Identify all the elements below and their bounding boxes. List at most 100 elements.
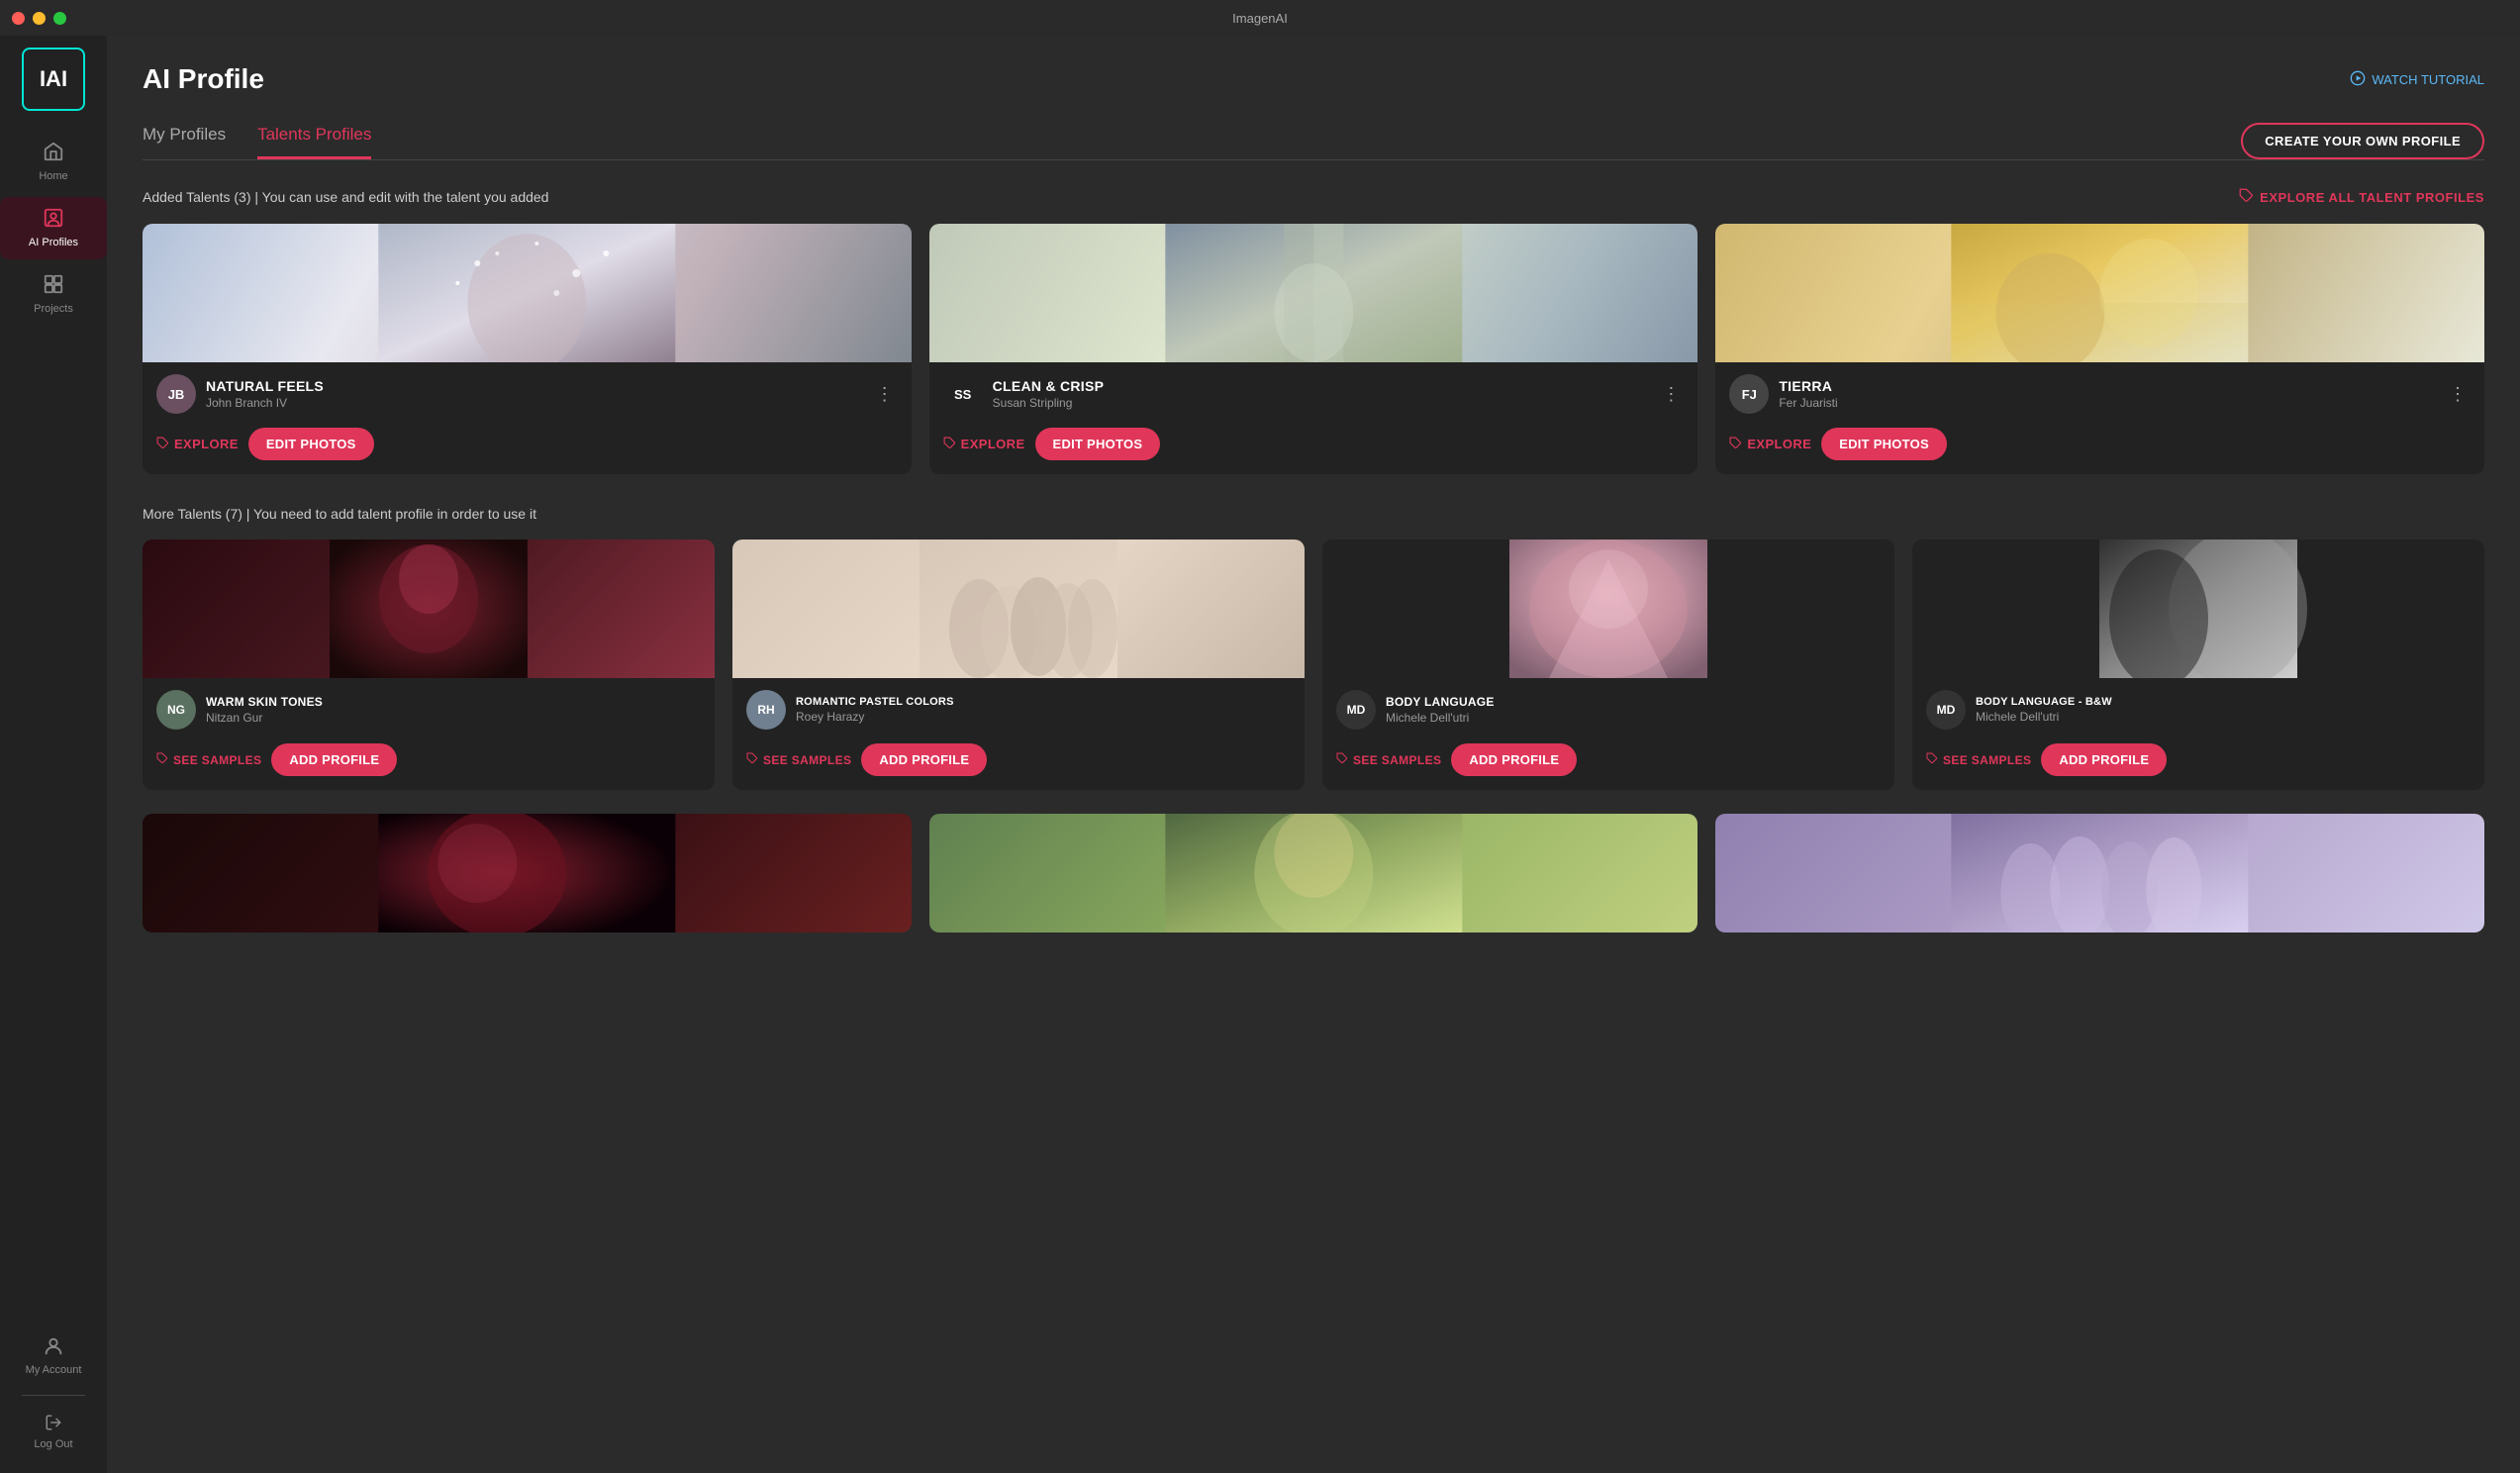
tag-icon-samples1 [156,752,168,767]
my-account-item[interactable]: My Account [0,1329,107,1383]
card-author-body-language-bw: Michele Dell'utri [1976,710,2471,724]
see-samples-warm-skin-button[interactable]: SEE SAMPLES [156,752,261,767]
card-actions-warm-skin-tones: SEE SAMPLES ADD PROFILE [143,737,715,790]
card-image-body-language [1322,540,1894,678]
bottom-card-1-image [143,814,912,933]
card-author-romantic-pastel: Roey Harazy [796,710,1291,724]
sidebar-item-projects-label: Projects [34,303,73,316]
card-actions-tierra: EXPLORE EDIT PHOTOS [1715,422,2484,474]
card-actions-clean-crisp: EXPLORE EDIT PHOTOS [929,422,1698,474]
explore-clean-crisp-button[interactable]: EXPLORE [943,437,1025,452]
card-author-body-language: Michele Dell'utri [1386,711,1881,725]
projects-icon [43,273,64,299]
logout-icon [45,1414,62,1434]
logo: IAI [22,48,85,111]
more-cards-grid: NG WARM SKIN TONES Nitzan Gur [143,540,2484,790]
sidebar-bottom: My Account Log Out [0,1329,107,1473]
card-text-warm-skin-tones: WARM SKIN TONES Nitzan Gur [206,695,701,725]
card-name-warm-skin-tones: WARM SKIN TONES [206,695,701,709]
sidebar-nav: Home AI Profiles [0,131,107,1329]
added-section-label: Added Talents (3) | You can use and edit… [143,189,548,205]
tag-icon-samples2 [746,752,758,767]
card-name-body-language-bw: BODY LANGUAGE - B&W [1976,696,2471,708]
added-section-header: Added Talents (3) | You can use and edit… [143,188,2484,206]
minimize-button[interactable] [33,12,46,25]
sidebar-item-ai-profiles[interactable]: AI Profiles [0,197,107,259]
card-text-tierra: TIERRA Fer Juaristi [1779,378,2435,410]
create-profile-button[interactable]: CREATE YOUR OWN PROFILE [2241,123,2484,159]
edit-natural-feels-button[interactable]: EDIT PHOTOS [248,428,374,460]
card-menu-tierra[interactable]: ⋮ [2445,380,2471,409]
avatar-tierra: FJ [1729,374,1769,414]
card-body-language: MD BODY LANGUAGE Michele Dell'utri [1322,540,1894,790]
card-image-romantic-pastel [732,540,1305,678]
card-name-natural-feels: NATURAL FEELS [206,378,862,394]
add-warm-skin-tones-button[interactable]: ADD PROFILE [271,743,397,776]
card-author-clean-crisp: Susan Stripling [993,396,1649,410]
explore-natural-feels-button[interactable]: EXPLORE [156,437,239,452]
explore-all-link[interactable]: EXPLORE ALL TALENT PROFILES [2239,188,2484,206]
card-menu-natural-feels[interactable]: ⋮ [872,380,898,409]
tab-my-profiles[interactable]: My Profiles [143,125,226,159]
card-name-clean-crisp: CLEAN & CRISP [993,378,1649,394]
close-button[interactable] [12,12,25,25]
card-actions-natural-feels: EXPLORE EDIT PHOTOS [143,422,912,474]
app-body: IAI Home [0,36,2520,1473]
tabs: My Profiles Talents Profiles [143,125,371,158]
more-section-header: More Talents (7) | You need to add talen… [143,506,2484,522]
explore-all-label: EXPLORE ALL TALENT PROFILES [2260,190,2484,205]
play-icon [2350,70,2366,89]
tag-icon-samples3 [1336,752,1348,767]
card-actions-body-language-bw: SEE SAMPLES ADD PROFILE [1912,737,2484,790]
bottom-card-1 [143,814,912,933]
card-romantic-pastel: RH ROMANTIC PASTEL COLORS Roey Harazy [732,540,1305,790]
card-author-tierra: Fer Juaristi [1779,396,2435,410]
see-samples-body-language-button[interactable]: SEE SAMPLES [1336,752,1441,767]
see-samples-body-language-bw-button[interactable]: SEE SAMPLES [1926,752,2031,767]
tag-icon-explore3 [1729,437,1742,452]
card-name-romantic-pastel: ROMANTIC PASTEL COLORS [796,696,1291,708]
sidebar-item-projects[interactable]: Projects [0,263,107,326]
card-info-body-language: MD BODY LANGUAGE Michele Dell'utri [1322,678,1894,737]
card-image-body-language-bw [1912,540,2484,678]
bottom-card-2-image [929,814,1698,933]
card-info-natural-feels: JB NATURAL FEELS John Branch IV ⋮ [143,362,912,422]
tag-icon-explore [156,437,169,452]
card-menu-clean-crisp[interactable]: ⋮ [1658,380,1684,409]
home-icon [43,141,64,166]
add-body-language-button[interactable]: ADD PROFILE [1451,743,1577,776]
card-info-romantic-pastel: RH ROMANTIC PASTEL COLORS Roey Harazy [732,678,1305,737]
card-image-natural-feels [143,224,912,362]
card-natural-feels: JB NATURAL FEELS John Branch IV ⋮ [143,224,912,474]
watch-tutorial-label: WATCH TUTORIAL [2372,72,2484,87]
card-text-body-language-bw: BODY LANGUAGE - B&W Michele Dell'utri [1976,696,2471,724]
card-info-body-language-bw: MD BODY LANGUAGE - B&W Michele Dell'utri [1912,678,2484,737]
edit-clean-crisp-button[interactable]: EDIT PHOTOS [1035,428,1161,460]
card-text-romantic-pastel: ROMANTIC PASTEL COLORS Roey Harazy [796,696,1291,724]
add-romantic-pastel-button[interactable]: ADD PROFILE [861,743,987,776]
sidebar-item-ai-profiles-label: AI Profiles [29,237,78,249]
page-header: AI Profile WATCH TUTORIAL [143,63,2484,95]
card-actions-body-language: SEE SAMPLES ADD PROFILE [1322,737,1894,790]
maximize-button[interactable] [53,12,66,25]
logout-item[interactable]: Log Out [0,1408,107,1457]
tag-icon-explore2 [943,437,956,452]
card-info-clean-crisp: SS CLEAN & CRISP Susan Stripling ⋮ [929,362,1698,422]
explore-tierra-button[interactable]: EXPLORE [1729,437,1811,452]
card-clean-crisp: SS CLEAN & CRISP Susan Stripling ⋮ [929,224,1698,474]
sidebar-item-home[interactable]: Home [0,131,107,193]
edit-tierra-button[interactable]: EDIT PHOTOS [1821,428,1947,460]
watch-tutorial-link[interactable]: WATCH TUTORIAL [2350,70,2484,89]
bottom-card-3-image [1715,814,2484,933]
see-samples-romantic-pastel-button[interactable]: SEE SAMPLES [746,752,851,767]
card-tierra: FJ TIERRA Fer Juaristi ⋮ [1715,224,2484,474]
more-section-label: More Talents (7) | You need to add talen… [143,506,536,522]
sidebar-divider [22,1395,86,1396]
avatar-body-language-bw: MD [1926,690,1966,730]
card-info-warm-skin-tones: NG WARM SKIN TONES Nitzan Gur [143,678,715,737]
card-warm-skin-tones: NG WARM SKIN TONES Nitzan Gur [143,540,715,790]
add-body-language-bw-button[interactable]: ADD PROFILE [2041,743,2167,776]
tab-talents-profiles[interactable]: Talents Profiles [257,125,371,159]
my-account-label: My Account [26,1364,82,1377]
card-text-clean-crisp: CLEAN & CRISP Susan Stripling [993,378,1649,410]
